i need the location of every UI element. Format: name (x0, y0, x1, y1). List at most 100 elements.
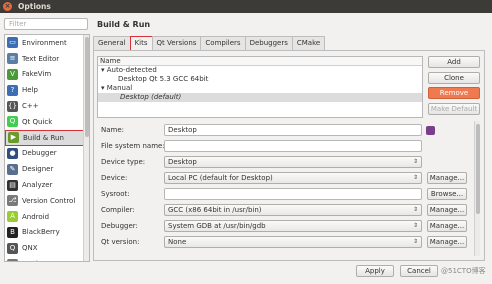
select-arrow-icon: ⇕ (412, 158, 418, 165)
watermark-text: @51CTO博客 (441, 267, 486, 275)
form-scroll-thumb[interactable] (476, 124, 480, 214)
version-control-icon: ⎇ (7, 195, 18, 207)
sidebar-item-fakevim[interactable]: V FakeVim (5, 67, 89, 83)
expand-arrow-icon[interactable]: ▾ (101, 84, 105, 92)
sysroot-field[interactable] (164, 188, 422, 200)
sidebar-item-debugger[interactable]: ● Debugger (5, 146, 89, 162)
page-title: Build & Run (97, 20, 151, 29)
sidebar-item-designer[interactable]: ✎ Designer (5, 161, 89, 177)
clone-button[interactable]: Clone (428, 71, 480, 84)
sidebar-item-c[interactable]: {} C++ (5, 98, 89, 114)
title-bar: × Options (0, 0, 492, 13)
device-type-label: Device type: (101, 158, 146, 166)
sidebar-item-qnx[interactable]: Q QNX (5, 240, 89, 256)
tree-group-auto-detected[interactable]: ▾ Auto-detected (98, 66, 422, 75)
filter-input[interactable]: Filter (4, 18, 88, 30)
qt-version-value: None (168, 238, 187, 246)
tree-group-label: Manual (106, 84, 133, 92)
tab-kits[interactable]: Kits (129, 36, 153, 51)
tree-group-manual[interactable]: ▾ Manual (98, 84, 422, 93)
tree-item-desktop-default[interactable]: Desktop (default) (98, 93, 422, 102)
sidebar-item-label: BlackBerry (22, 228, 60, 237)
tab-debuggers[interactable]: Debuggers (244, 36, 293, 50)
select-arrow-icon: ⇕ (412, 174, 418, 181)
sidebar-item-label: Build & Run (23, 133, 64, 142)
add-button[interactable]: Add (428, 56, 480, 68)
devices-icon: ▯ (7, 258, 18, 261)
tab-cmake[interactable]: CMake (291, 36, 326, 50)
device-select[interactable]: Local PC (default for Desktop) ⇕ (164, 172, 422, 184)
blackberry-icon: B (7, 226, 18, 238)
help-icon: ? (7, 84, 18, 96)
kits-tree: Name ▾ Auto-detected Desktop Qt 5.3 GCC … (97, 56, 423, 118)
sysroot-label: Sysroot: (101, 190, 130, 198)
select-arrow-icon: ⇕ (412, 222, 418, 229)
device-type-select[interactable]: Desktop ⇕ (164, 156, 422, 168)
sidebar-item-qt-quick[interactable]: Q Qt Quick (5, 114, 89, 130)
remove-button[interactable]: Remove (428, 87, 480, 99)
file-system-name-label: File system name: (101, 142, 165, 150)
form-scrollbar[interactable] (474, 121, 480, 256)
sidebar-item-label: Debugger (22, 149, 57, 158)
column-header-name: Name (98, 57, 422, 66)
tree-group-label: Auto-detected (106, 66, 157, 74)
sidebar-scrollbar[interactable] (83, 35, 89, 261)
sidebar-item-version-control[interactable]: ⎇ Version Control (5, 193, 89, 209)
tab-compilers[interactable]: Compilers (200, 36, 246, 50)
compiler-label: Compiler: (101, 206, 135, 214)
sidebar-item-analyzer[interactable]: ▤ Analyzer (5, 177, 89, 193)
sidebar-item-label: Help (22, 86, 38, 95)
sidebar-item-label: Text Editor (22, 54, 60, 63)
window-title: Options (18, 2, 51, 11)
kit-icon-picker[interactable] (426, 126, 435, 135)
build-run-icon: ▶ (8, 132, 19, 144)
compiler-select[interactable]: GCC (x86 64bit in /usr/bin) ⇕ (164, 204, 422, 216)
sidebar-scroll-thumb[interactable] (85, 37, 89, 137)
apply-button[interactable]: Apply (356, 265, 394, 277)
cancel-button[interactable]: Cancel (400, 265, 438, 277)
device-label: Device: (101, 174, 128, 182)
qt-quick-icon: Q (7, 116, 18, 128)
sidebar-item-environment[interactable]: ▭ Environment (5, 35, 89, 51)
debugger-manage-button[interactable]: Manage... (427, 220, 467, 232)
sidebar-item-label: Designer (22, 165, 54, 174)
sysroot-browse-button[interactable]: Browse... (427, 188, 467, 200)
debugger-icon: ● (7, 147, 18, 159)
compiler-manage-button[interactable]: Manage... (427, 204, 467, 216)
file-system-name-field[interactable] (164, 140, 422, 152)
sidebar-item-help[interactable]: ? Help (5, 82, 89, 98)
sidebar-item-label: C++ (22, 102, 39, 111)
close-icon[interactable]: × (3, 2, 12, 11)
debugger-select[interactable]: System GDB at /usr/bin/gdb ⇕ (164, 220, 422, 232)
fakevim-icon: V (7, 68, 18, 80)
device-manage-button[interactable]: Manage... (427, 172, 467, 184)
debugger-label: Debugger: (101, 222, 138, 230)
select-arrow-icon: ⇕ (412, 238, 418, 245)
sidebar-item-label: Android (22, 212, 50, 221)
sidebar-item-label: FakeVim (22, 70, 52, 79)
text-editor-icon: ≡ (7, 53, 18, 65)
designer-icon: ✎ (7, 163, 18, 175)
debugger-value: System GDB at /usr/bin/gdb (168, 222, 266, 230)
tab-qt-versions[interactable]: Qt Versions (151, 36, 202, 50)
tab-general[interactable]: General (93, 36, 131, 50)
qnx-icon: Q (7, 242, 18, 254)
expand-arrow-icon[interactable]: ▾ (101, 66, 105, 74)
sidebar-item-label: Devices (22, 260, 50, 261)
sidebar-item-devices[interactable]: ▯ Devices (5, 256, 89, 261)
sidebar-item-blackberry[interactable]: B BlackBerry (5, 225, 89, 241)
sidebar-item-build-run[interactable]: ▶ Build & Run (5, 129, 89, 146)
name-field[interactable]: Desktop (164, 124, 422, 136)
options-window: × Options Filter ▭ Environment ≡ Text Edito… (0, 0, 492, 284)
kit-actions: Add Clone Remove Make Default (428, 56, 480, 118)
sidebar-item-text-editor[interactable]: ≡ Text Editor (5, 51, 89, 67)
qt-version-manage-button[interactable]: Manage... (427, 236, 467, 248)
qt-version-select[interactable]: None ⇕ (164, 236, 422, 248)
category-sidebar: ▭ Environment ≡ Text Editor V FakeVim? Help {} C… (4, 34, 90, 262)
sidebar-item-label: QNX (22, 244, 38, 253)
tree-item-desktop-qt[interactable]: Desktop Qt 5.3 GCC 64bit (98, 75, 422, 84)
device-type-value: Desktop (168, 158, 197, 166)
android-icon: A (7, 211, 18, 223)
sidebar-item-android[interactable]: A Android (5, 209, 89, 225)
make-default-button[interactable]: Make Default (428, 102, 480, 115)
